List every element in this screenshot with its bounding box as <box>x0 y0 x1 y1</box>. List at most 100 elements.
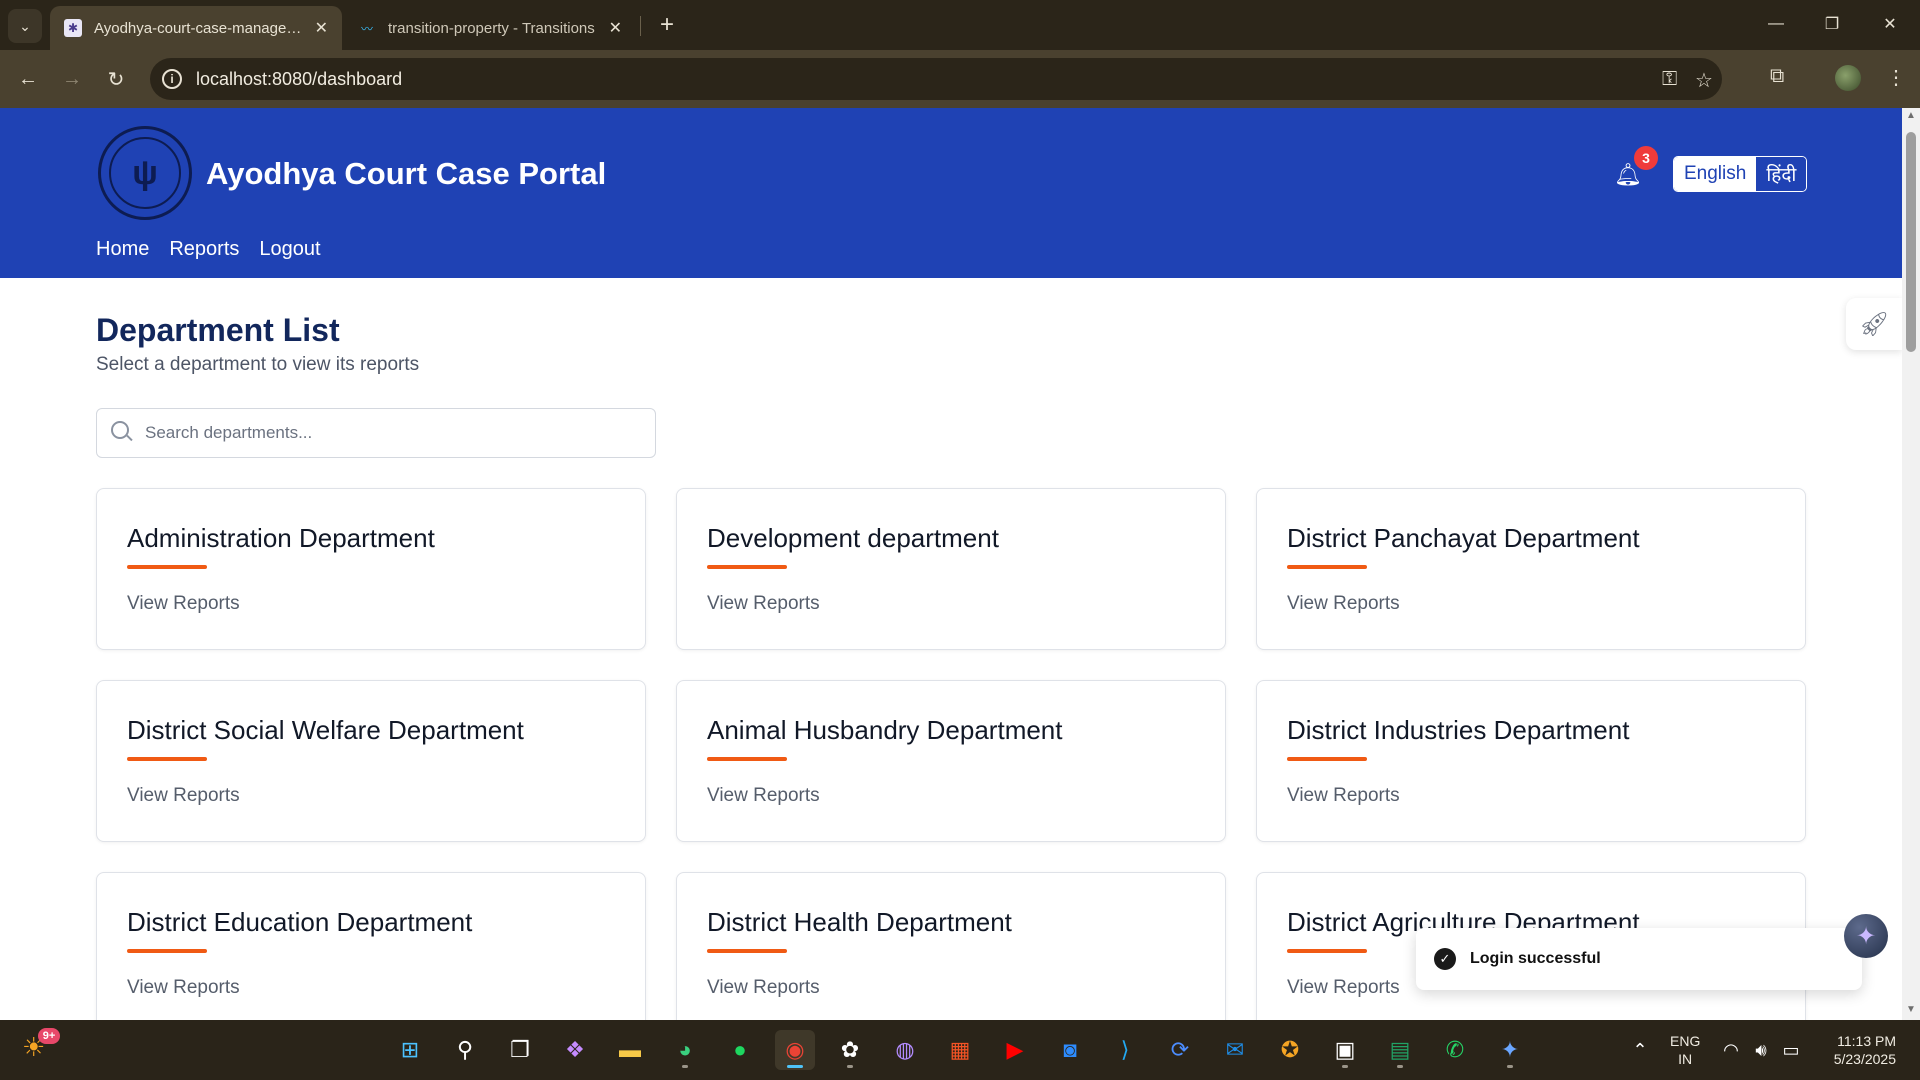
view-reports-link[interactable]: View Reports <box>707 593 820 615</box>
more-menu-icon[interactable]: ⋮ <box>1886 65 1906 90</box>
wifi-icon[interactable]: ◠ <box>1716 1030 1746 1070</box>
tab-divider <box>640 16 641 36</box>
system-clock[interactable]: 11:13 PM 5/23/2025 <box>1822 1032 1896 1068</box>
tab-search-button[interactable]: ⌄ <box>8 9 42 43</box>
scrollbar-thumb[interactable] <box>1906 132 1916 352</box>
terminal-app-icon[interactable]: ▣ <box>1325 1030 1365 1070</box>
nav-reports-link[interactable]: Reports <box>169 238 239 261</box>
windows-taskbar: ☀ 9+ ⊞ ⚲ ❐ ❖ ▬ ◕ ● ◉ ✿ ◍ ▦ ▶ ◙ ⟩ ⟳ ✉ ✪ ▣… <box>0 1020 1920 1080</box>
department-card[interactable]: District Education Department View Repor… <box>96 872 646 1020</box>
close-window-button[interactable]: ✕ <box>1870 8 1910 40</box>
chatgpt-icon[interactable]: ✿ <box>830 1030 870 1070</box>
gemini-sparkle-icon[interactable]: ✦ <box>1490 1030 1530 1070</box>
accent-underline <box>707 757 787 761</box>
url-text[interactable]: localhost:8080/dashboard <box>196 69 402 90</box>
edge-browser-icon[interactable]: ◕ <box>665 1030 705 1070</box>
tab-transition-property[interactable]: 〰 transition-property - Transitions ✕ <box>344 6 636 50</box>
clock-date: 5/23/2025 <box>1833 1051 1896 1067</box>
department-card[interactable]: District Social Welfare Department View … <box>96 680 646 842</box>
microsoft-store-icon[interactable]: ▦ <box>940 1030 980 1070</box>
department-name: Administration Department <box>127 523 435 553</box>
accent-underline <box>707 949 787 953</box>
page-viewport: ψ Ayodhya Court Case Portal Home Reports… <box>0 108 1902 1020</box>
reload-icon[interactable]: ↻ <box>98 61 134 97</box>
chrome-icon[interactable]: ◉ <box>775 1030 815 1070</box>
minimize-button[interactable]: — <box>1756 8 1796 40</box>
check-circle-icon: ✓ <box>1434 948 1456 970</box>
page-title: Department List <box>96 312 340 348</box>
site-info-icon[interactable]: i <box>162 69 182 89</box>
outlook-icon[interactable]: ✉ <box>1215 1030 1255 1070</box>
widget-badge: 9+ <box>38 1028 60 1044</box>
department-card[interactable]: District Health Department View Reports <box>676 872 1226 1020</box>
view-reports-link[interactable]: View Reports <box>707 977 820 999</box>
tab-ayodhya[interactable]: ✱ Ayodhya-court-case-management ✕ <box>50 6 342 50</box>
department-name: District Panchayat Department <box>1287 523 1640 553</box>
vscode-icon[interactable]: ⟩ <box>1105 1030 1145 1070</box>
page-scrollbar[interactable]: ▲ ▼ <box>1902 108 1920 1020</box>
department-name: Animal Husbandry Department <box>707 715 1063 745</box>
password-key-icon[interactable]: ⚿ <box>1662 68 1677 91</box>
page-subtitle: Select a department to view its reports <box>96 354 420 375</box>
department-card[interactable]: District Industries Department View Repo… <box>1256 680 1806 842</box>
view-reports-link[interactable]: View Reports <box>127 593 240 615</box>
accent-underline <box>127 757 207 761</box>
volume-icon[interactable]: 🔊︎ <box>1746 1030 1776 1070</box>
view-reports-link[interactable]: View Reports <box>1287 593 1400 615</box>
nav-home-link[interactable]: Home <box>96 238 149 261</box>
language-english-button[interactable]: English <box>1674 157 1757 191</box>
maximize-button[interactable]: ❐ <box>1812 8 1852 40</box>
new-tab-button[interactable]: + <box>652 10 682 40</box>
tailwind-favicon-icon: 〰 <box>360 21 373 36</box>
youtube-icon[interactable]: ▶ <box>995 1030 1035 1070</box>
input-language-indicator[interactable]: ENG IN <box>1670 1032 1700 1068</box>
sync-app-icon[interactable]: ⟳ <box>1160 1030 1200 1070</box>
back-arrow-icon[interactable]: ← <box>10 61 46 97</box>
ai-sparkle-assistant-icon[interactable]: ✦ <box>1844 914 1888 958</box>
battery-icon[interactable]: ▭ <box>1776 1030 1806 1070</box>
scroll-up-arrow-icon[interactable]: ▲ <box>1905 110 1917 121</box>
bookmark-star-icon[interactable]: ☆ <box>1695 68 1713 93</box>
tab-close-icon[interactable]: ✕ <box>609 18 622 38</box>
windows-start-icon[interactable]: ⊞ <box>390 1030 430 1070</box>
medal-app-icon[interactable]: ✪ <box>1270 1030 1310 1070</box>
scroll-down-arrow-icon[interactable]: ▼ <box>1905 1004 1917 1015</box>
nav-logout-link[interactable]: Logout <box>259 238 320 261</box>
excel-icon[interactable]: ▤ <box>1380 1030 1420 1070</box>
notification-count-badge: 3 <box>1634 146 1658 170</box>
profile-avatar[interactable] <box>1835 65 1861 91</box>
department-card[interactable]: District Panchayat Department View Repor… <box>1256 488 1806 650</box>
accent-underline <box>1287 565 1367 569</box>
view-reports-link[interactable]: View Reports <box>707 785 820 807</box>
department-card[interactable]: Administration Department View Reports <box>96 488 646 650</box>
search-taskbar-icon[interactable]: ⚲ <box>445 1030 485 1070</box>
spotify-icon[interactable]: ● <box>720 1030 760 1070</box>
accent-underline <box>707 565 787 569</box>
whatsapp-icon[interactable]: ✆ <box>1435 1030 1475 1070</box>
accent-underline <box>1287 757 1367 761</box>
address-bar[interactable]: i localhost:8080/dashboard ⚿ ☆ <box>150 58 1722 100</box>
github-icon[interactable]: ◍ <box>885 1030 925 1070</box>
search-input[interactable] <box>145 409 645 457</box>
file-explorer-icon[interactable]: ▬ <box>610 1030 650 1070</box>
copilot-icon[interactable]: ❖ <box>555 1030 595 1070</box>
task-view-icon[interactable]: ❐ <box>500 1030 540 1070</box>
department-card[interactable]: Development department View Reports <box>676 488 1226 650</box>
region-code: IN <box>1678 1051 1693 1067</box>
chevron-up-icon[interactable]: ⌃ <box>1620 1030 1660 1070</box>
department-card[interactable]: Animal Husbandry Department View Reports <box>676 680 1226 842</box>
view-reports-link[interactable]: View Reports <box>1287 785 1400 807</box>
forward-arrow-icon[interactable]: → <box>54 61 90 97</box>
main-nav: Home Reports Logout <box>96 238 321 261</box>
view-reports-link[interactable]: View Reports <box>1287 977 1400 999</box>
extensions-puzzle-icon[interactable]: ⧉ <box>1770 65 1784 88</box>
language-switcher: English हिंदी <box>1673 156 1808 192</box>
zoom-icon[interactable]: ◙ <box>1050 1030 1090 1070</box>
tab-close-icon[interactable]: ✕ <box>315 18 328 38</box>
view-reports-link[interactable]: View Reports <box>127 785 240 807</box>
accent-underline <box>1287 949 1367 953</box>
language-hindi-button[interactable]: हिंदी <box>1756 157 1807 191</box>
department-name: District Education Department <box>127 907 473 937</box>
view-reports-link[interactable]: View Reports <box>127 977 240 999</box>
rocket-launcher-icon[interactable]: 🚀︎ <box>1846 298 1902 350</box>
